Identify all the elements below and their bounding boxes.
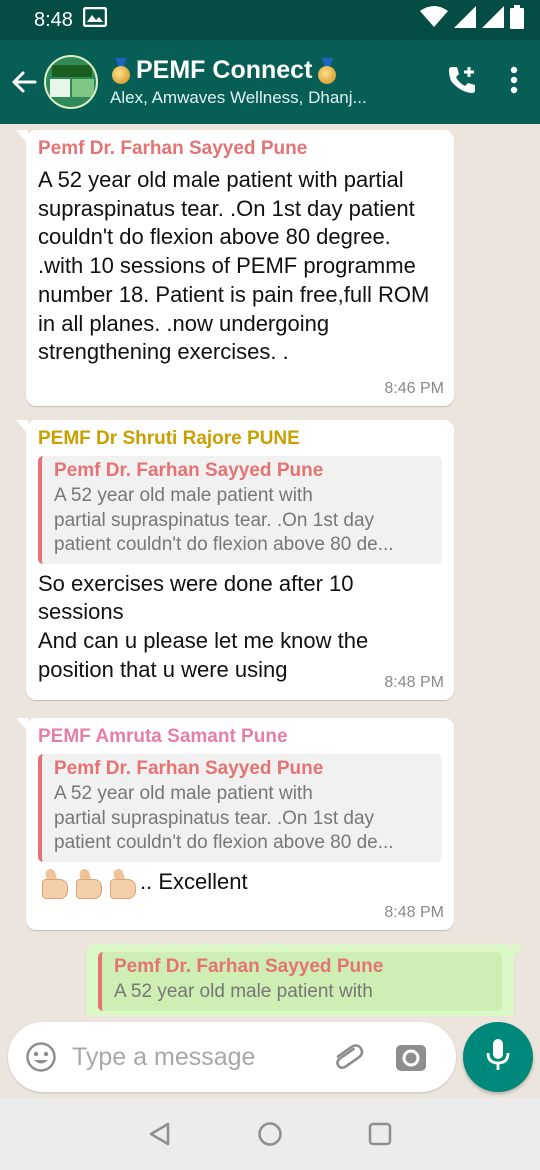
- message-sender: Pemf Dr. Farhan Sayyed Pune: [38, 138, 308, 159]
- message-bubble[interactable]: Pemf Dr. Farhan Sayyed Pune A 52 year ol…: [16, 130, 454, 406]
- medal-icon: [110, 58, 132, 84]
- quoted-text: A 52 year old male patient with partial …: [54, 783, 394, 853]
- mic-icon: [485, 1038, 511, 1077]
- message-time: 8:46 PM: [384, 380, 444, 397]
- signal-icon: [482, 6, 504, 34]
- medal-icon: [316, 58, 338, 84]
- message-sender: PEMF Dr Shruti Rajore PUNE: [38, 428, 300, 449]
- mic-button[interactable]: [463, 1022, 533, 1092]
- message-input[interactable]: [72, 1042, 322, 1072]
- input-bar: [0, 1016, 540, 1098]
- wifi-icon: [420, 6, 448, 34]
- quoted-sender: Pemf Dr. Farhan Sayyed Pune: [114, 956, 384, 977]
- message-bubble[interactable]: PEMF Dr Shruti Rajore PUNE Pemf Dr. Farh…: [16, 420, 454, 700]
- quoted-message[interactable]: Pemf Dr. Farhan Sayyed Pune A 52 year ol…: [38, 754, 442, 862]
- recents-square-icon[interactable]: [365, 1119, 395, 1149]
- quoted-text: A 52 year old male patient with partial …: [54, 485, 394, 555]
- signal-icon: [454, 6, 476, 34]
- status-time: 8:48: [34, 8, 73, 31]
- quoted-text: A 52 year old male patient with: [114, 981, 373, 1002]
- camera-icon[interactable]: [394, 1040, 428, 1074]
- quoted-sender: Pemf Dr. Farhan Sayyed Pune: [54, 758, 324, 779]
- chat-header: PEMF Connect Alex, Amwaves Wellness, Dha…: [0, 40, 540, 124]
- back-arrow-icon[interactable]: [4, 40, 44, 124]
- thumbs-up-emoji: [38, 869, 68, 899]
- battery-icon: [510, 5, 524, 35]
- quoted-message[interactable]: Pemf Dr. Farhan Sayyed Pune A 52 year ol…: [98, 952, 502, 1011]
- message-text: A 52 year old male patient with partial …: [38, 167, 430, 365]
- message-time: 8:48 PM: [384, 904, 444, 921]
- more-options-icon[interactable]: [510, 66, 518, 99]
- message-text: So exercises were done after 10 sessions…: [38, 570, 369, 682]
- message-time: 8:48 PM: [384, 674, 444, 691]
- emoji-icon[interactable]: [24, 1040, 58, 1074]
- status-bar: 8:48: [0, 0, 540, 40]
- quoted-message[interactable]: Pemf Dr. Farhan Sayyed Pune A 52 year ol…: [38, 456, 442, 564]
- attach-icon[interactable]: [330, 1040, 364, 1074]
- message-text: .. Excellent: [38, 868, 442, 899]
- gallery-icon: [82, 6, 108, 33]
- system-navigation-bar: [0, 1098, 540, 1170]
- back-triangle-icon[interactable]: [145, 1119, 175, 1149]
- message-sender: PEMF Amruta Samant Pune: [38, 726, 288, 747]
- home-circle-icon[interactable]: [255, 1119, 285, 1149]
- group-title: PEMF Connect: [136, 56, 313, 84]
- message-compose-box: [8, 1022, 456, 1092]
- thumbs-up-emoji: [72, 869, 102, 899]
- add-call-icon[interactable]: [446, 63, 480, 102]
- quoted-sender: Pemf Dr. Farhan Sayyed Pune: [54, 460, 324, 481]
- message-bubble-outgoing[interactable]: Pemf Dr. Farhan Sayyed Pune A 52 year ol…: [86, 944, 524, 1016]
- thumbs-up-emoji: [106, 869, 136, 899]
- message-bubble[interactable]: PEMF Amruta Samant Pune Pemf Dr. Farhan …: [16, 718, 454, 930]
- chat-title-area[interactable]: PEMF Connect Alex, Amwaves Wellness, Dha…: [110, 56, 446, 108]
- group-participants: Alex, Amwaves Wellness, Dhanj...: [110, 88, 367, 107]
- message-list[interactable]: Pemf Dr. Farhan Sayyed Pune A 52 year ol…: [0, 124, 540, 1016]
- group-avatar[interactable]: [44, 55, 98, 109]
